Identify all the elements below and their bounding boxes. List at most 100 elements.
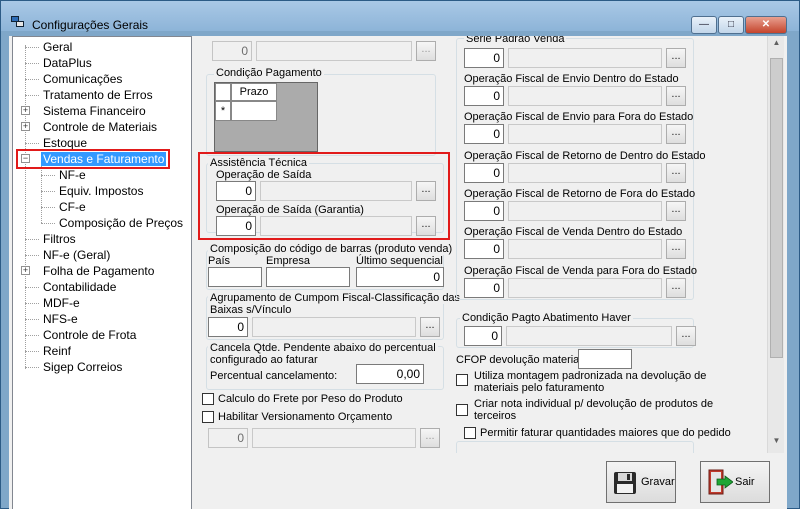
op-retorno-fora-code-input[interactable]: 0 xyxy=(464,201,504,221)
serie-padrao-search-button[interactable]: ... xyxy=(666,48,686,68)
agrupamento-search-button[interactable]: ... xyxy=(420,317,440,337)
window-title: Configurações Gerais xyxy=(32,18,149,32)
client-area: Geral DataPlus Comunicações Tratamento d… xyxy=(9,36,787,509)
op-venda-fora-description xyxy=(508,278,662,298)
op-venda-fora-search-button[interactable]: ... xyxy=(666,278,686,298)
tree-item-sistema-financeiro[interactable]: Sistema Financeiro xyxy=(43,103,146,119)
serie-padrao-code-input[interactable]: 0 xyxy=(464,48,504,68)
permitir-faturar-checkbox[interactable] xyxy=(464,427,476,439)
sair-label: Sair xyxy=(735,476,755,488)
close-button[interactable]: ✕ xyxy=(745,16,787,34)
pais-label: País xyxy=(208,255,231,267)
annotation-highlight-assistencia xyxy=(198,152,450,240)
top-partial-code: 0 xyxy=(212,41,252,61)
percentual-cancelamento-input[interactable]: 0,00 xyxy=(356,364,424,384)
top-partial-search-button: ... xyxy=(416,41,436,61)
op-venda-dentro-search-button[interactable]: ... xyxy=(666,239,686,259)
settings-tree[interactable]: Geral DataPlus Comunicações Tratamento d… xyxy=(12,36,192,509)
op-envio-fora-search-button[interactable]: ... xyxy=(666,124,686,144)
title-bar[interactable]: Configurações Gerais — □ ✕ xyxy=(1,1,799,34)
criar-nota-individual-checkbox[interactable] xyxy=(456,404,468,416)
empresa-input[interactable] xyxy=(266,267,350,287)
abatimento-haver-description xyxy=(506,326,672,346)
frete-peso-label: Calculo do Frete por Peso do Produto xyxy=(218,393,403,405)
montagem-padronizada-label-line1: Utiliza montagem padronizada na devoluçã… xyxy=(474,370,707,382)
permitir-faturar-label: Permitir faturar quantidades maiores que… xyxy=(480,427,731,439)
new-row-marker: * xyxy=(215,101,231,121)
tree-item-controle-frota[interactable]: Controle de Frota xyxy=(43,327,136,343)
criar-nota-individual-label-line1: Criar nota individual p/ devolução de pr… xyxy=(474,398,714,410)
tree-item-comunicacoes[interactable]: Comunicações xyxy=(43,71,122,87)
tree-item-nfse[interactable]: NFS-e xyxy=(43,311,78,327)
tree-item-contabilidade[interactable]: Contabilidade xyxy=(43,279,116,295)
ultimo-sequencial-input[interactable]: 0 xyxy=(356,267,444,287)
prazo-column-header[interactable]: Prazo xyxy=(231,83,277,101)
criar-nota-individual-label-line2: terceiros xyxy=(474,410,517,422)
tree-item-mdfe[interactable]: MDF-e xyxy=(43,295,80,311)
tree-item-controle-materiais[interactable]: Controle de Materiais xyxy=(43,119,157,135)
versionamento-checkbox[interactable] xyxy=(202,411,214,423)
tree-item-equiv-impostos[interactable]: Equiv. Impostos xyxy=(59,183,143,199)
op-envio-dentro-code-input[interactable]: 0 xyxy=(464,86,504,106)
cancela-qtde-label-line2: configurado ao faturar xyxy=(210,354,318,366)
cfop-devolucao-input[interactable] xyxy=(578,349,632,369)
scroll-thumb[interactable] xyxy=(770,58,783,358)
gravar-label: Gravar xyxy=(641,476,675,488)
tree-item-nfe-geral[interactable]: NF-e (Geral) xyxy=(43,247,110,263)
tree-item-dataplus[interactable]: DataPlus xyxy=(43,55,92,71)
condicao-pagamento-label: Condição Pagamento xyxy=(214,67,324,79)
top-partial-description xyxy=(256,41,412,61)
abatimento-haver-search-button[interactable]: ... xyxy=(676,326,696,346)
scroll-down-arrow-icon[interactable]: ▼ xyxy=(770,436,783,450)
versionamento-description xyxy=(252,428,416,448)
settings-panel: 0 ... Condição Pagamento Prazo * Assistê… xyxy=(194,36,778,453)
empresa-label: Empresa xyxy=(266,255,311,267)
exit-door-icon xyxy=(708,469,733,495)
tree-item-nfe[interactable]: NF-e xyxy=(59,167,86,183)
tree-item-reinf[interactable]: Reinf xyxy=(43,343,71,359)
op-retorno-dentro-label: Operação Fiscal de Retorno de Dentro do … xyxy=(464,150,706,162)
scroll-up-arrow-icon[interactable]: ▲ xyxy=(770,38,783,52)
op-retorno-dentro-code-input[interactable]: 0 xyxy=(464,163,504,183)
tree-item-geral[interactable]: Geral xyxy=(43,39,72,55)
tree-item-cfe[interactable]: CF-e xyxy=(59,199,86,215)
abatimento-haver-label: Condição Pagto Abatimento Haver xyxy=(460,312,633,324)
op-envio-dentro-search-button[interactable]: ... xyxy=(666,86,686,106)
versionamento-search-button: ... xyxy=(420,428,440,448)
expand-sistema-financeiro[interactable]: + xyxy=(21,106,30,115)
pais-input[interactable] xyxy=(208,267,262,287)
prazo-grid[interactable]: Prazo * xyxy=(214,82,318,152)
versionamento-label: Habilitar Versionamento Orçamento xyxy=(218,411,393,423)
tree-item-folha-pagamento[interactable]: Folha de Pagamento xyxy=(43,263,154,279)
agrupamento-label-line1: Agrupamento de Cumpom Fiscal-Classificaç… xyxy=(208,292,463,304)
minimize-button[interactable]: — xyxy=(691,16,717,34)
op-venda-dentro-code-input[interactable]: 0 xyxy=(464,239,504,259)
expand-controle-materiais[interactable]: + xyxy=(21,122,30,131)
op-retorno-dentro-search-button[interactable]: ... xyxy=(666,163,686,183)
abatimento-haver-code-input[interactable]: 0 xyxy=(464,326,502,346)
expand-folha-pagamento[interactable]: + xyxy=(21,266,30,275)
gravar-button[interactable]: Gravar xyxy=(606,461,676,503)
montagem-padronizada-checkbox[interactable] xyxy=(456,374,468,386)
panel-vertical-scrollbar[interactable]: ▲ ▼ xyxy=(767,36,784,453)
tree-item-tratamento-erros[interactable]: Tratamento de Erros xyxy=(43,87,153,103)
app-icon xyxy=(11,16,25,28)
agrupamento-code-input[interactable]: 0 xyxy=(208,317,248,337)
tree-item-sigep-correios[interactable]: Sigep Correios xyxy=(43,359,122,375)
op-venda-fora-code-input[interactable]: 0 xyxy=(464,278,504,298)
op-retorno-fora-label: Operação Fiscal de Retorno de Fora do Es… xyxy=(464,188,696,200)
op-retorno-fora-search-button[interactable]: ... xyxy=(666,201,686,221)
codigo-barras-label: Composição do código de barras (produto … xyxy=(208,243,455,255)
tree-item-filtros[interactable]: Filtros xyxy=(43,231,76,247)
op-envio-fora-code-input[interactable]: 0 xyxy=(464,124,504,144)
prazo-new-cell[interactable] xyxy=(231,101,277,121)
op-envio-dentro-description xyxy=(508,86,662,106)
maximize-button[interactable]: □ xyxy=(718,16,744,34)
op-retorno-dentro-description xyxy=(508,163,662,183)
main-window: Configurações Gerais — □ ✕ Geral DataPlu… xyxy=(0,0,800,509)
sair-button[interactable]: Sair xyxy=(700,461,770,503)
agrupamento-description xyxy=(252,317,416,337)
op-envio-dentro-label: Operação Fiscal de Envio Dentro do Estad… xyxy=(464,73,679,85)
tree-item-composicao-precos[interactable]: Composição de Preços xyxy=(59,215,183,231)
frete-peso-checkbox[interactable] xyxy=(202,393,214,405)
